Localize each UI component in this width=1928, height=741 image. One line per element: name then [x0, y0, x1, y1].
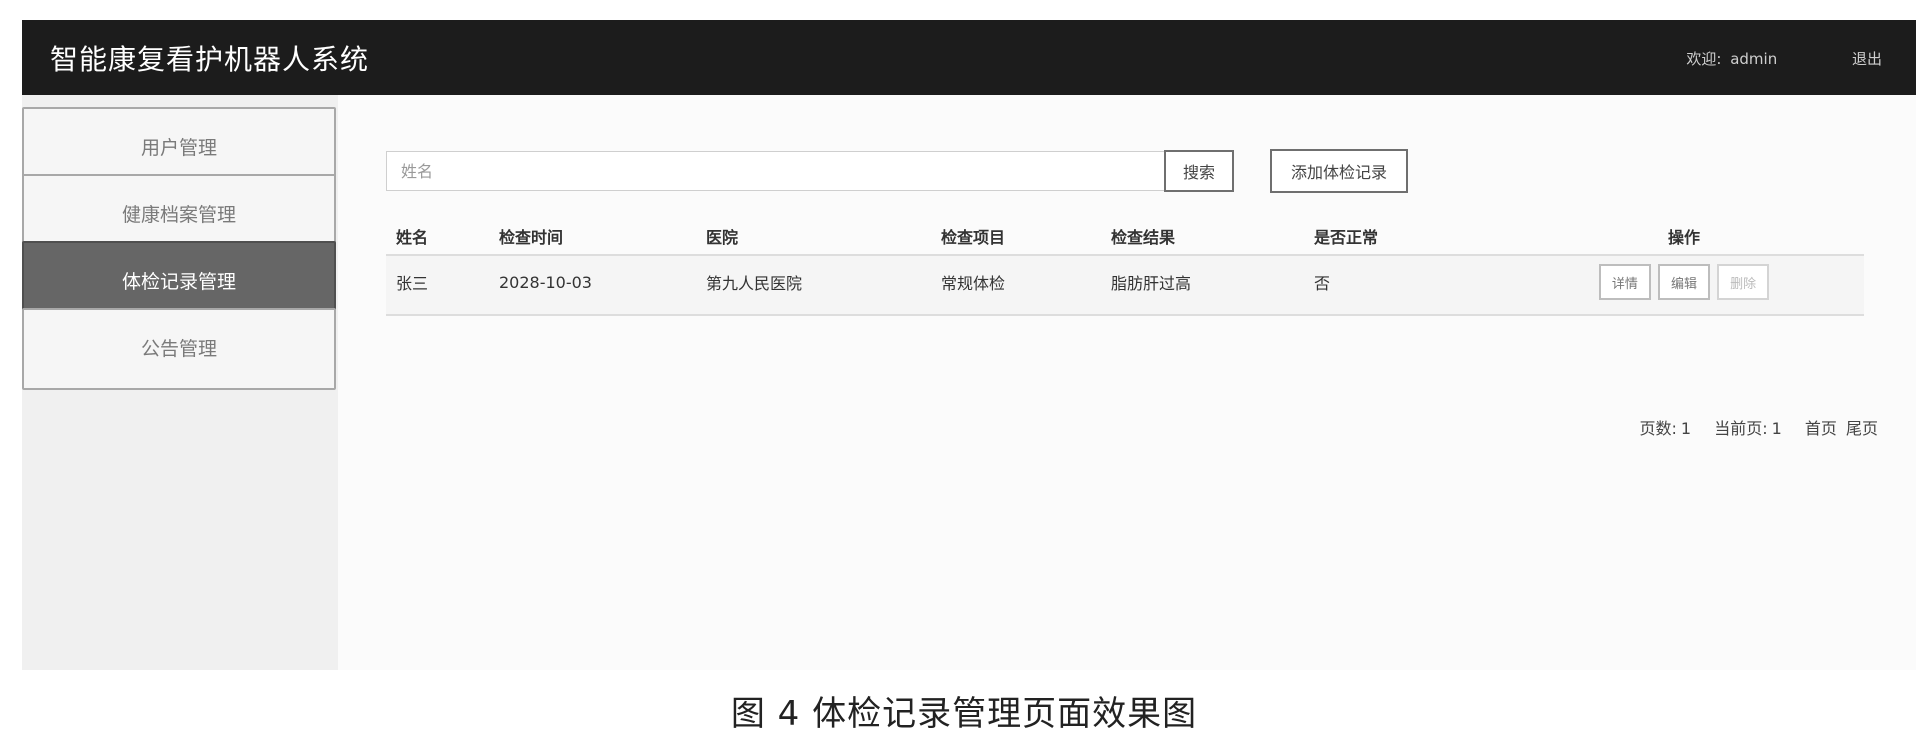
main-content: 搜索 添加体检记录 姓名 检查时间 医院 检查项目 检查结果 是否正常 [338, 95, 1916, 670]
username: admin [1730, 50, 1778, 68]
total-pages-label: 页数: [1639, 419, 1677, 438]
pagination: 页数: 1 当前页: 1 首页 尾页 [1636, 415, 1879, 439]
table-header-row: 姓名 检查时间 医院 检查项目 检查结果 是否正常 操作 [386, 205, 1864, 256]
add-checkup-record-button[interactable]: 添加体检记录 [1270, 149, 1408, 193]
search-button[interactable]: 搜索 [1164, 150, 1234, 192]
header-check-time: 检查时间 [489, 205, 696, 256]
cell-actions: 详情 编辑 删除 [1504, 255, 1864, 316]
first-page-link[interactable]: 首页 [1805, 419, 1837, 438]
delete-button[interactable]: 删除 [1717, 264, 1770, 300]
logout-link[interactable]: 退出 [1852, 50, 1882, 68]
search-name-input[interactable] [386, 151, 1166, 191]
checkup-records-table: 姓名 检查时间 医院 检查项目 检查结果 是否正常 操作 张三 2028-10-… [386, 205, 1864, 316]
app-window: 智能康复看护机器人系统 欢迎: admin 退出 用户管理 健康档案管理 体检记… [22, 20, 1916, 670]
header-name: 姓名 [386, 205, 489, 256]
figure-caption: 图 4 体检记录管理页面效果图 [730, 694, 1198, 734]
total-pages-value: 1 [1680, 419, 1692, 438]
last-page-link[interactable]: 尾页 [1846, 419, 1878, 438]
current-page-value: 1 [1771, 419, 1782, 438]
current-page-label: 当前页: [1714, 419, 1768, 438]
header-check-result: 检查结果 [1101, 205, 1304, 256]
cell-hospital: 第九人民医院 [696, 255, 931, 316]
cell-is-normal: 否 [1304, 255, 1504, 316]
sidebar-item-announcements[interactable]: 公告管理 [22, 308, 336, 390]
cell-check-item: 常规体检 [931, 255, 1101, 316]
cell-check-result: 脂肪肝过高 [1101, 255, 1304, 316]
sidebar: 用户管理 健康档案管理 体检记录管理 公告管理 [22, 95, 338, 670]
header-check-item: 检查项目 [931, 205, 1101, 256]
edit-button[interactable]: 编辑 [1658, 264, 1710, 300]
header-is-normal: 是否正常 [1304, 205, 1504, 256]
detail-button[interactable]: 详情 [1598, 264, 1651, 300]
cell-name: 张三 [386, 255, 489, 316]
app-title: 智能康复看护机器人系统 [50, 43, 370, 76]
top-bar: 智能康复看护机器人系统 欢迎: admin 退出 [22, 20, 1916, 95]
header-hospital: 医院 [696, 205, 931, 256]
table-row: 张三 2028-10-03 第九人民医院 常规体检 脂肪肝过高 否 详情 编辑 … [386, 255, 1864, 316]
user-area: 欢迎: admin 退出 [1686, 48, 1882, 69]
header-actions: 操作 [1504, 205, 1864, 256]
cell-check-time: 2028-10-03 [489, 255, 696, 316]
welcome-label: 欢迎: [1686, 50, 1722, 68]
